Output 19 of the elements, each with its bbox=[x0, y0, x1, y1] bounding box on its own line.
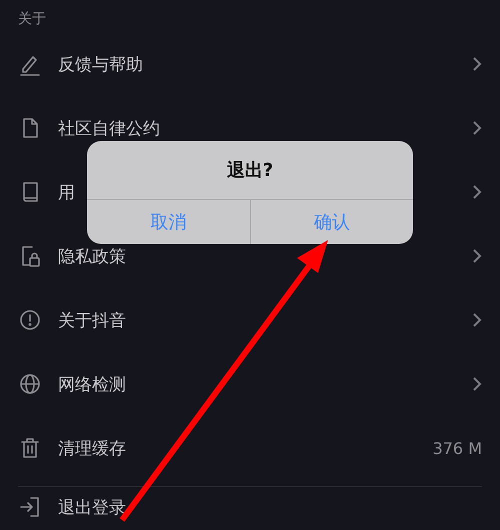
chevron-icon bbox=[472, 120, 482, 136]
chevron-icon bbox=[472, 184, 482, 200]
logout-item[interactable]: 退出登录 bbox=[58, 496, 482, 518]
settings-item[interactable]: 清理缓存 bbox=[58, 436, 433, 460]
globe-icon bbox=[18, 372, 42, 396]
settings-item[interactable]: 关于抖音 bbox=[58, 308, 472, 332]
cache-size: 376 M bbox=[432, 438, 482, 458]
section-header: 关于 bbox=[17, 10, 47, 29]
chevron-icon bbox=[472, 376, 482, 392]
settings-item[interactable]: 隐私政策 bbox=[58, 244, 472, 268]
chevron-icon bbox=[472, 248, 482, 264]
info-icon bbox=[18, 308, 42, 332]
settings-item[interactable]: 反馈与帮助 bbox=[58, 52, 472, 76]
chevron-icon bbox=[472, 56, 482, 72]
settings-item[interactable]: 社区自律公约 bbox=[58, 116, 472, 140]
exit-icon bbox=[18, 495, 42, 519]
dialog-title: 退出? bbox=[226, 159, 274, 182]
settings-item[interactable]: 网络检测 bbox=[58, 372, 472, 396]
chevron-icon bbox=[472, 312, 482, 328]
